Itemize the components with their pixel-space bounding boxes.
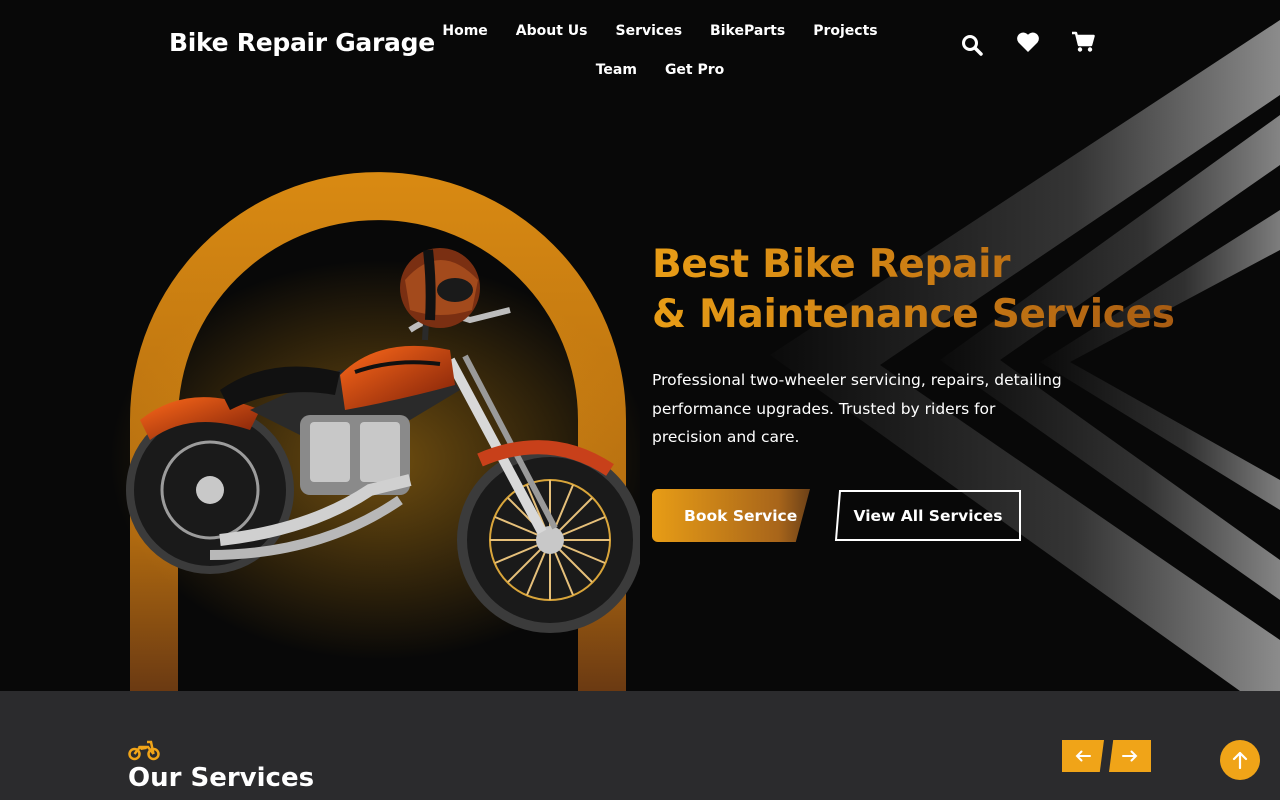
heart-icon-glyph: [1017, 32, 1039, 52]
book-service-button[interactable]: Book Service: [652, 489, 810, 542]
hero-headline-line2: & Maintenance Services: [652, 290, 1175, 340]
cart-icon-glyph: [1072, 31, 1095, 52]
nav-services[interactable]: Services: [602, 12, 697, 51]
carousel-prev-button[interactable]: [1062, 740, 1104, 772]
nav-bikeparts[interactable]: BikeParts: [696, 12, 799, 51]
search-icon[interactable]: [957, 30, 987, 60]
main-nav: Home About Us Services BikeParts Project…: [425, 12, 895, 90]
nav-get-pro[interactable]: Get Pro: [651, 51, 738, 90]
arrow-left-icon: [1075, 750, 1091, 762]
heart-icon[interactable]: [1013, 27, 1043, 57]
hero-content: Best Bike Repair & Maintenance Services …: [652, 240, 1175, 452]
site-header: Bike Repair Garage Home About Us Service…: [0, 0, 1280, 95]
motorcycle-icon: [128, 738, 160, 766]
cart-icon[interactable]: [1068, 27, 1098, 57]
nav-projects[interactable]: Projects: [799, 12, 891, 51]
search-icon-glyph: [962, 35, 983, 56]
section-title: Our Services: [128, 763, 315, 793]
view-all-services-label: View All Services: [853, 506, 1003, 525]
arrow-up-icon: [1232, 751, 1248, 769]
carousel-next-button[interactable]: [1109, 740, 1151, 772]
site-logo[interactable]: Bike Repair Garage: [169, 28, 435, 57]
hero-headline-line1: Best Bike Repair: [652, 240, 1175, 290]
nav-home[interactable]: Home: [428, 12, 501, 51]
hero-description: Professional two-wheeler servicing, repa…: [652, 371, 1062, 446]
arrow-right-icon: [1122, 750, 1138, 762]
nav-team[interactable]: Team: [582, 51, 651, 90]
view-all-services-button[interactable]: View All Services: [832, 489, 1022, 542]
nav-about-us[interactable]: About Us: [502, 12, 602, 51]
hero-section: Best Bike Repair & Maintenance Services …: [0, 0, 1280, 691]
back-to-top-button[interactable]: [1220, 740, 1260, 780]
motorcycle-image: [110, 172, 640, 691]
